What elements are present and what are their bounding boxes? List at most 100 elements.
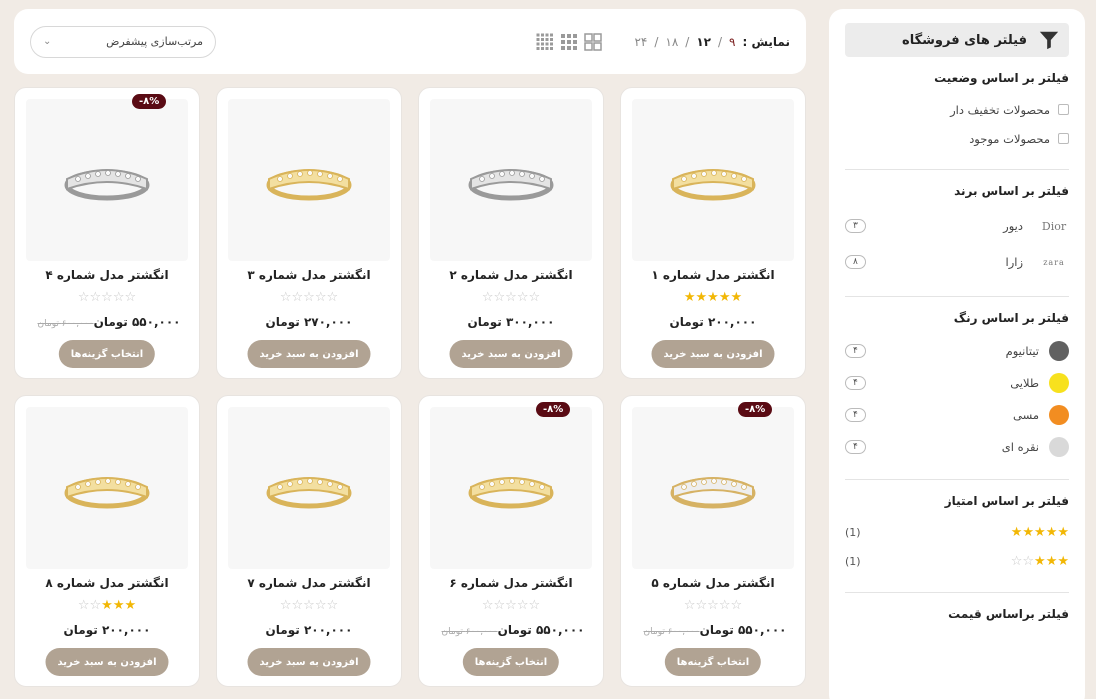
- old-price: ۶۰۰,۰۰۰ تومان: [37, 319, 94, 329]
- product-name[interactable]: انگشتر مدل شماره ۳: [217, 268, 401, 282]
- product-name[interactable]: انگشتر مدل شماره ۷: [217, 576, 401, 590]
- brand-item-dior[interactable]: Dior دیور ۳: [845, 208, 1069, 244]
- product-image[interactable]: [632, 407, 794, 569]
- rating-item-3[interactable]: ★★★☆☆ (1): [845, 547, 1069, 576]
- current-price: ۵۵۰,۰۰۰ تومان: [699, 623, 787, 637]
- add-to-cart-button[interactable]: افزودن به سبد خرید: [247, 340, 371, 368]
- sort-dropdown[interactable]: مرتب‌سازی پیشفرض ⌄: [30, 25, 216, 58]
- shop-toolbar: نمایش : ۹ / ۱۲ / ۱۸ / ۲۴ مرتب‌سازی پیشفر…: [14, 9, 806, 74]
- add-to-cart-button[interactable]: انتخاب گزینه‌ها: [462, 648, 560, 676]
- product-card[interactable]: -۸% انگشتر مدل شماره ۵ ☆☆☆☆☆ ۵۵۰,۰۰۰ تومان۶…: [620, 395, 806, 687]
- price-filter: فیلتر براساس قیمت: [845, 593, 1069, 647]
- product-card[interactable]: انگشتر مدل شماره ۷ ☆☆☆☆☆ ۲۰۰,۰۰۰ تومان افزو…: [216, 395, 402, 687]
- add-to-cart-button[interactable]: انتخاب گزینه‌ها: [58, 340, 156, 368]
- status-filter-title: فیلتر بر اساس وضعیت: [934, 71, 1069, 85]
- color-swatch: [1049, 373, 1069, 393]
- grid-view-switcher: [536, 32, 603, 51]
- product-name[interactable]: انگشتر مدل شماره ۸: [15, 576, 199, 590]
- product-name[interactable]: انگشتر مدل شماره ۴: [15, 268, 199, 282]
- add-to-cart-button[interactable]: افزودن به سبد خرید: [45, 648, 169, 676]
- filter-title: فیلتر های فروشگاه: [902, 32, 1027, 48]
- color-item-titanium[interactable]: تیتانیوم ۴: [845, 335, 1069, 367]
- grid-4-icon[interactable]: [536, 33, 554, 51]
- product-price: ۲۰۰,۰۰۰ تومان: [621, 315, 805, 329]
- star-rating-icon: ☆☆☆☆☆: [683, 598, 743, 613]
- current-price: ۵۵۰,۰۰۰ تومان: [497, 623, 585, 637]
- current-price: ۲۰۰,۰۰۰ تومان: [63, 623, 151, 637]
- product-card[interactable]: انگشتر مدل شماره ۲ ☆☆☆☆☆ ۳۰۰,۰۰۰ تومان افزو…: [418, 87, 604, 379]
- product-card[interactable]: -۸% انگشتر مدل شماره ۴ ☆☆☆☆☆ ۵۵۰,۰۰۰ تومان۶…: [14, 87, 200, 379]
- star-rating-icon: ★★★☆☆: [1010, 554, 1069, 569]
- product-name[interactable]: انگشتر مدل شماره ۱: [621, 268, 805, 282]
- per-page-selector: نمایش : ۹ / ۱۲ / ۱۸ / ۲۴: [634, 35, 790, 49]
- product-card[interactable]: -۸% انگشتر مدل شماره ۶ ☆☆☆☆☆ ۵۵۰,۰۰۰ تومان۶…: [418, 395, 604, 687]
- product-image[interactable]: [430, 99, 592, 261]
- grid-3-icon[interactable]: [560, 33, 578, 51]
- ring-image: [266, 477, 352, 509]
- discount-badge: -۸%: [536, 402, 571, 417]
- product-image[interactable]: [228, 407, 390, 569]
- color-item-copper[interactable]: مسی ۴: [845, 399, 1069, 431]
- add-to-cart-button[interactable]: انتخاب گزینه‌ها: [664, 648, 762, 676]
- brand-filter-title: فیلتر بر اساس برند: [954, 184, 1069, 198]
- ring-image: [64, 169, 150, 201]
- product-price: ۳۰۰,۰۰۰ تومان: [419, 315, 603, 329]
- color-item-silver[interactable]: نقره ای ۴: [845, 431, 1069, 463]
- color-swatch: [1049, 405, 1069, 425]
- checkbox[interactable]: [1058, 104, 1069, 115]
- rating-filter: فیلتر بر اساس امتیاز ★★★★★ (1) ★★★☆☆ (1): [845, 480, 1069, 593]
- color-name: تیتانیوم: [1005, 344, 1039, 358]
- checkbox[interactable]: [1058, 133, 1069, 144]
- status-filter: فیلتر بر اساس وضعیت محصولات تخفیف دار مح…: [845, 57, 1069, 170]
- add-to-cart-button[interactable]: افزودن به سبد خرید: [247, 648, 371, 676]
- per-page-option[interactable]: ۲۴: [634, 35, 647, 49]
- product-card[interactable]: انگشتر مدل شماره ۱ ★★★★★ ۲۰۰,۰۰۰ تومان افزو…: [620, 87, 806, 379]
- product-card[interactable]: انگشتر مدل شماره ۳ ☆☆☆☆☆ ۲۷۰,۰۰۰ تومان افزو…: [216, 87, 402, 379]
- product-name[interactable]: انگشتر مدل شماره ۵: [621, 576, 805, 590]
- filter-sidebar: فیلتر های فروشگاه فیلتر بر اساس وضعیت مح…: [829, 9, 1085, 699]
- star-rating-icon: ★★★★★: [1010, 525, 1069, 540]
- ring-image: [266, 169, 352, 201]
- per-page-label: نمایش :: [742, 34, 790, 49]
- add-to-cart-button[interactable]: افزودن به سبد خرید: [449, 340, 573, 368]
- product-name[interactable]: انگشتر مدل شماره ۶: [419, 576, 603, 590]
- brand-item-zara[interactable]: zara زارا ۸: [845, 244, 1069, 280]
- brand-count: ۸: [845, 255, 866, 269]
- current-price: ۲۰۰,۰۰۰ تومان: [669, 315, 757, 329]
- rating-item-5[interactable]: ★★★★★ (1): [845, 518, 1069, 547]
- product-image[interactable]: [430, 407, 592, 569]
- product-price: ۲۰۰,۰۰۰ تومان: [15, 623, 199, 637]
- rating-count: (1): [845, 526, 861, 539]
- product-image[interactable]: [632, 99, 794, 261]
- price-filter-title: فیلتر براساس قیمت: [948, 607, 1069, 621]
- status-option-discounted[interactable]: محصولات تخفیف دار: [845, 95, 1069, 124]
- current-price: ۵۵۰,۰۰۰ تومان: [93, 315, 181, 329]
- ring-image: [64, 477, 150, 509]
- ring-image: [670, 477, 756, 509]
- per-page-option[interactable]: ۹: [729, 35, 735, 49]
- ring-image: [670, 169, 756, 201]
- product-card[interactable]: انگشتر مدل شماره ۸ ★★★☆☆ ۲۰۰,۰۰۰ تومان افزو…: [14, 395, 200, 687]
- grid-2-icon[interactable]: [584, 32, 603, 51]
- current-price: ۲۷۰,۰۰۰ تومان: [265, 315, 353, 329]
- add-to-cart-button[interactable]: افزودن به سبد خرید: [651, 340, 775, 368]
- product-image[interactable]: [228, 99, 390, 261]
- product-price: ۲۰۰,۰۰۰ تومان: [217, 623, 401, 637]
- per-page-option[interactable]: ۱۸: [665, 35, 678, 49]
- star-rating-icon: ☆☆☆☆☆: [77, 290, 137, 305]
- brand-filter: فیلتر بر اساس برند Dior دیور ۳ zara زارا…: [845, 170, 1069, 297]
- color-count: ۴: [845, 376, 866, 390]
- sort-value: مرتب‌سازی پیشفرض: [106, 35, 203, 48]
- color-filter: فیلتر بر اساس رنگ تیتانیوم ۴ طلایی ۴ مسی…: [845, 297, 1069, 480]
- product-image[interactable]: [26, 407, 188, 569]
- rating-count: (1): [845, 555, 861, 568]
- chevron-down-icon: ⌄: [43, 36, 52, 47]
- per-page-option[interactable]: ۱۲: [696, 35, 711, 49]
- star-rating-icon: ☆☆☆☆☆: [481, 290, 541, 305]
- star-rating-icon: ★★★★★: [683, 290, 743, 305]
- product-name[interactable]: انگشتر مدل شماره ۲: [419, 268, 603, 282]
- status-option-in-stock[interactable]: محصولات موجود: [845, 124, 1069, 153]
- separator: /: [717, 34, 723, 49]
- product-image[interactable]: [26, 99, 188, 261]
- color-item-gold[interactable]: طلایی ۴: [845, 367, 1069, 399]
